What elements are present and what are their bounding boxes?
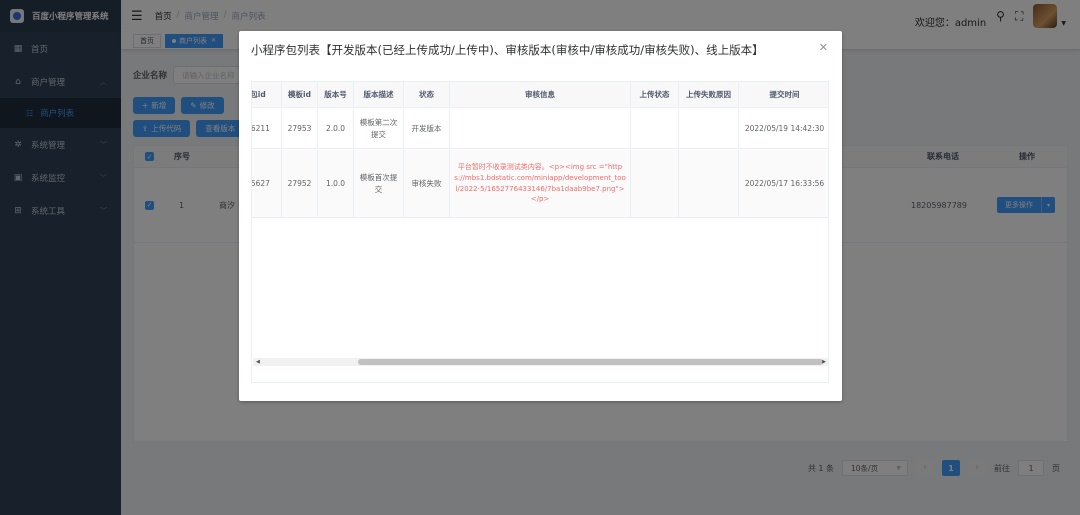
scroll-left-icon[interactable]: ◀: [256, 358, 260, 366]
col-audit: 审核信息: [450, 82, 631, 108]
scroll-thumb[interactable]: [358, 359, 823, 365]
dialog-title: 小程序包列表【开发版本(已经上传成功/上传中)、审核版本(审核中/审核成功/审核…: [251, 43, 764, 57]
scroll-right-icon[interactable]: ▶: [822, 358, 826, 366]
table-row: 56211 27953 2.0.0 模板第二次提交 开发版本 2022/05/1…: [252, 109, 828, 149]
col-package-id: 包id: [252, 82, 282, 108]
audit-message: 平台暂时不收录测试类内容。<p><img src ="https://mbs1.…: [450, 150, 631, 217]
package-table-header: 包id 模板id 版本号 版本描述 状态 审核信息 上传状态 上传失败原因 提交…: [252, 82, 828, 108]
table-row: 55627 27952 1.0.0 模板首次提交 审核失败 平台暂时不收录测试类…: [252, 150, 828, 218]
col-desc: 版本描述: [354, 82, 404, 108]
col-status: 状态: [404, 82, 450, 108]
col-submit-time: 提交时间: [739, 82, 828, 108]
package-table: 包id 模板id 版本号 版本描述 状态 审核信息 上传状态 上传失败原因 提交…: [251, 81, 829, 383]
col-version: 版本号: [318, 82, 354, 108]
col-template-id: 模板id: [282, 82, 318, 108]
close-icon[interactable]: ✕: [819, 41, 828, 54]
horizontal-scrollbar[interactable]: ◀ ▶: [253, 358, 828, 366]
package-list-dialog: 小程序包列表【开发版本(已经上传成功/上传中)、审核版本(审核中/审核成功/审核…: [239, 31, 842, 401]
col-upload-status: 上传状态: [631, 82, 679, 108]
col-upload-fail: 上传失败原因: [679, 82, 739, 108]
